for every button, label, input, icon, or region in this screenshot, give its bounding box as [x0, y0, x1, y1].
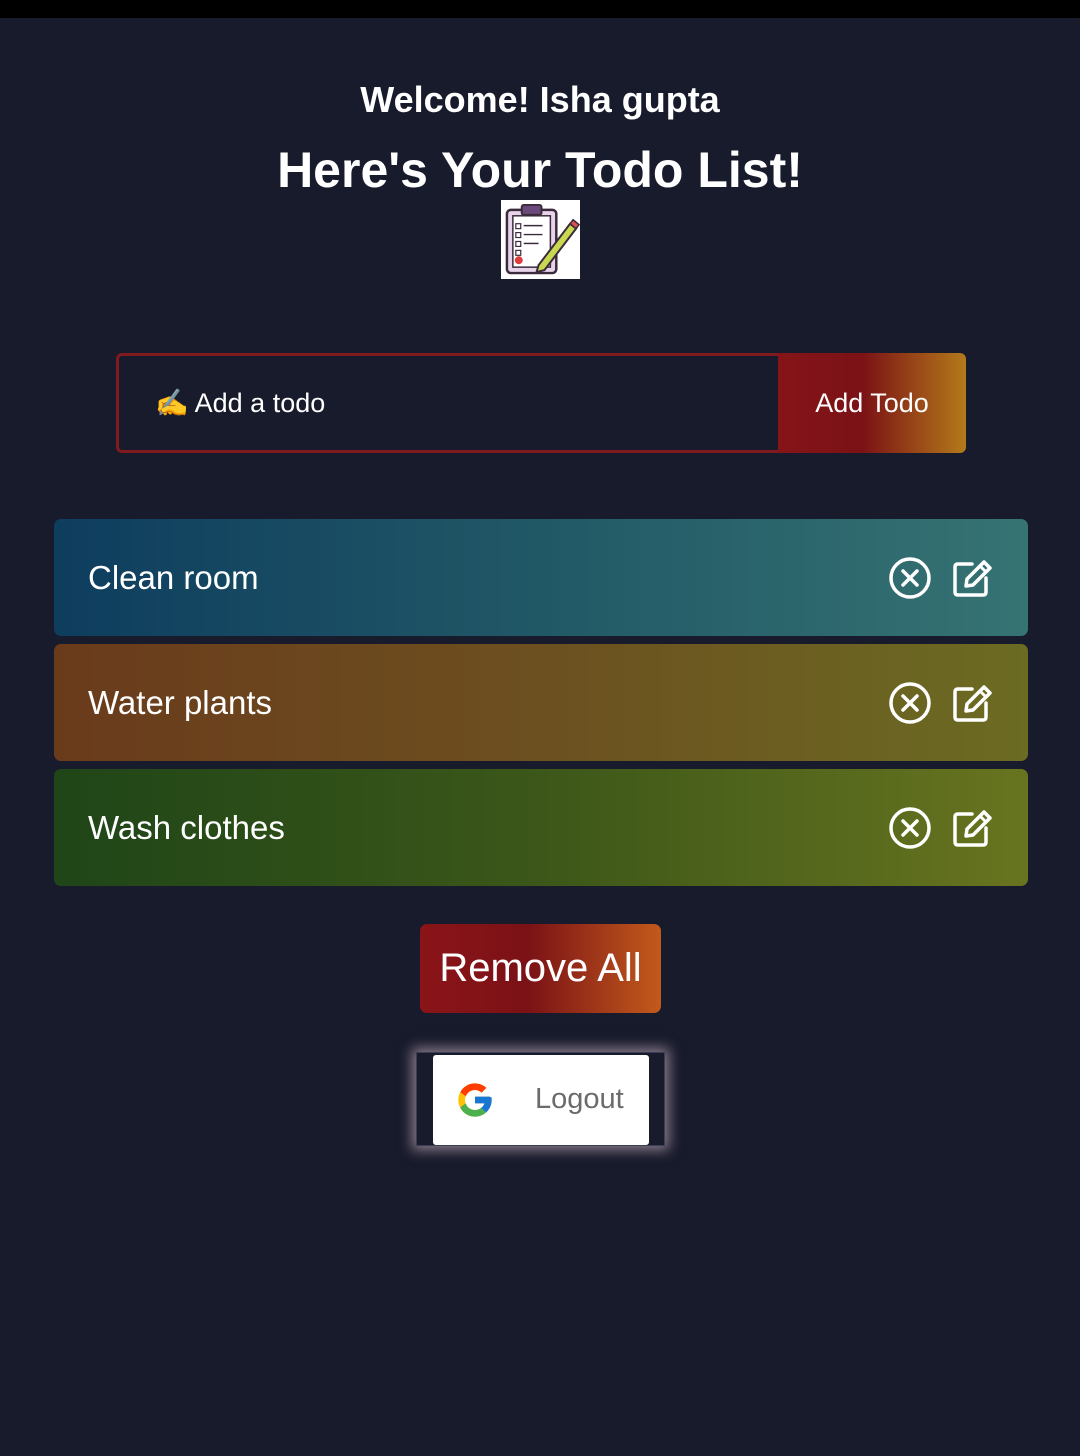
- logout-label: Logout: [535, 1083, 624, 1115]
- todo-item: Water plants: [54, 644, 1028, 761]
- edit-icon[interactable]: [950, 806, 994, 850]
- todo-actions: [888, 806, 994, 850]
- logout-button[interactable]: Logout: [433, 1055, 649, 1145]
- todo-input[interactable]: [116, 353, 778, 453]
- todo-text: Clean room: [88, 558, 259, 596]
- remove-all-button[interactable]: Remove All: [420, 924, 661, 1013]
- todo-actions: [888, 681, 994, 725]
- add-todo-button[interactable]: Add Todo: [778, 353, 966, 453]
- add-todo-form: Add Todo: [116, 353, 966, 453]
- circle-x-icon[interactable]: [888, 681, 932, 725]
- circle-x-icon[interactable]: [888, 806, 932, 850]
- page-title: Here's Your Todo List!: [277, 142, 803, 198]
- status-bar: [0, 0, 1080, 18]
- todo-page: Welcome! Isha gupta Here's Your Todo Lis…: [0, 0, 1080, 1456]
- todo-text: Water plants: [88, 683, 273, 721]
- todo-item: Clean room: [54, 519, 1028, 636]
- todo-actions: [888, 556, 994, 600]
- edit-icon[interactable]: [950, 556, 994, 600]
- clipboard-pencil-icon: [501, 200, 580, 279]
- todo-item: Wash clothes: [54, 769, 1028, 886]
- todo-text: Wash clothes: [88, 808, 285, 846]
- edit-icon[interactable]: [950, 681, 994, 725]
- circle-x-icon[interactable]: [888, 556, 932, 600]
- todo-list: Clean room Water plants Wash clothes: [54, 519, 1028, 894]
- google-icon: [455, 1080, 495, 1120]
- logout-container: Logout: [416, 1052, 665, 1146]
- welcome-text: Welcome! Isha gupta: [360, 79, 720, 120]
